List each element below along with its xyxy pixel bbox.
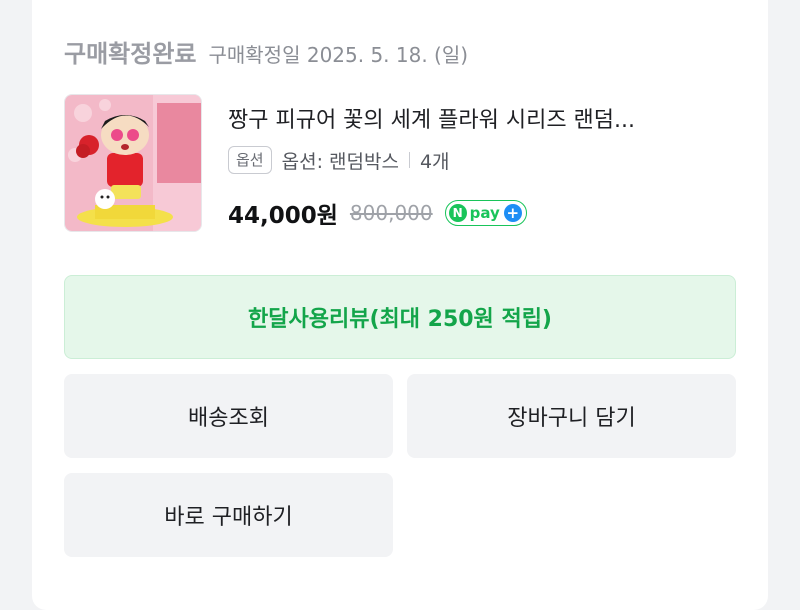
order-status-label: 구매확정완료 [64,40,197,68]
option-text: 옵션: 랜덤박스 [281,150,399,173]
product-option-row: 옵션 옵션: 랜덤박스 4개 [228,146,450,174]
price-row: 44,000원 800,000 N pay + [228,196,527,230]
option-divider [408,152,410,168]
track-delivery-button[interactable]: 배송조회 [64,374,393,458]
product-price: 44,000원 [228,203,338,229]
option-badge: 옵션 [228,146,272,174]
original-price: 800,000 [349,201,433,225]
npay-text: pay [469,204,500,222]
product-title[interactable]: 짱구 피규어 꽃의 세계 플라워 시리즈 랜덤... [228,102,748,134]
npay-badge: N pay + [444,200,527,226]
npay-plus-icon: + [503,204,522,222]
npay-logo-icon: N [448,204,467,222]
order-confirm-date: 구매확정일 2025. 5. 18. (일) [208,43,469,67]
figure-image [65,95,201,231]
buy-now-button[interactable]: 바로 구매하기 [64,473,393,557]
write-review-button[interactable]: 한달사용리뷰(최대 250원 적립) [64,275,736,359]
add-to-cart-button[interactable]: 장바구니 담기 [407,374,736,458]
product-thumbnail-image[interactable] [64,94,202,232]
order-status-row: 구매확정완료 구매확정일 2025. 5. 18. (일) [64,34,468,69]
option-quantity: 4개 [419,150,450,173]
